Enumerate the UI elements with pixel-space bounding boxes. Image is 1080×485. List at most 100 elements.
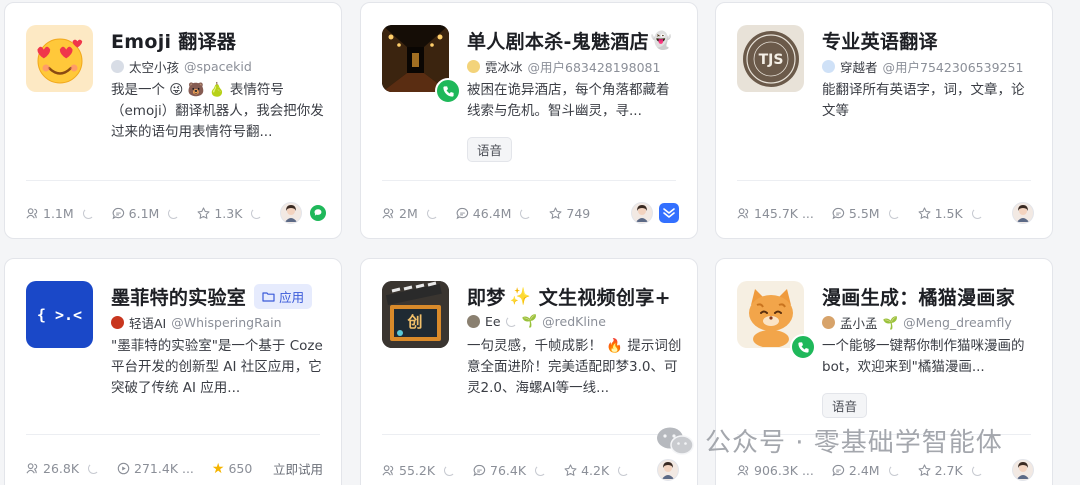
- card-divider: [26, 434, 320, 435]
- bot-card-english-translator[interactable]: TJS 专业英语翻译 穿越者 @用户7542306539251 能翻译所有英语字…: [715, 2, 1053, 239]
- loading-spinner-icon: [426, 207, 438, 219]
- stars-stat[interactable]: 4.2K: [564, 463, 630, 478]
- users-icon: [26, 463, 38, 474]
- bot-title-suffix[interactable]: 文生视频创享+: [539, 283, 671, 310]
- creator-avatar[interactable]: [280, 202, 303, 224]
- sparkles-icon: ✨: [509, 286, 531, 307]
- creator-avatar[interactable]: [657, 459, 679, 481]
- bot-card-ghost-hotel[interactable]: 单人剧本杀-鬼魅酒店 👻 霓冰冰 @用户683428198081 被困在诡异酒店…: [360, 2, 698, 239]
- card-stats: 55.2K 76.4K 4.2K: [382, 459, 679, 481]
- author-avatar: [822, 316, 835, 329]
- creator-avatar[interactable]: [631, 202, 653, 224]
- users-stat: 145.7K ...: [737, 206, 814, 221]
- star-icon: [564, 463, 577, 476]
- author-handle: @Meng_dreamfly: [903, 315, 1012, 330]
- bot-card-jimeng-video[interactable]: 创 即梦 ✨ 文生视频创享+ Ee 🌱 @redKline 一句灵感，千帧成影！…: [360, 258, 698, 485]
- chat-bubble-icon: [832, 207, 845, 219]
- bot-title[interactable]: 漫画生成：橘猫漫画家: [822, 283, 1015, 310]
- try-now-link[interactable]: 立即试用: [273, 459, 323, 478]
- author-handle: @spacekid: [184, 59, 252, 74]
- star-icon: [549, 206, 562, 219]
- users-icon: [737, 464, 749, 475]
- loading-spinner-icon: [251, 207, 263, 219]
- card-stats: 1.1M 6.1M 1.3K: [26, 202, 329, 224]
- chats-stat: 2.4M: [832, 463, 900, 478]
- author-row[interactable]: 孟小孟 🌱 @Meng_dreamfly: [822, 313, 1044, 332]
- sprout-icon: 🌱: [882, 314, 899, 330]
- bot-title[interactable]: Emoji 翻译器: [111, 27, 236, 54]
- play-circle-icon: [117, 462, 130, 475]
- chats-stat: 5.5M: [832, 206, 900, 221]
- author-avatar: [822, 60, 835, 73]
- stars-stat[interactable]: 1.5K: [918, 206, 983, 221]
- author-row[interactable]: 霓冰冰 @用户683428198081: [467, 57, 689, 76]
- wechat-icon[interactable]: [308, 203, 329, 223]
- svg-text:创: 创: [406, 313, 422, 331]
- author-handle: @用户683428198081: [527, 60, 661, 75]
- author-name: 太空小孩: [129, 60, 180, 75]
- folder-icon: [262, 292, 275, 302]
- loading-spinner-icon: [168, 207, 180, 219]
- card-stats: 26.8K 271.4K ... ★ 650 立即试用: [26, 459, 323, 478]
- loading-spinner-icon: [444, 464, 456, 476]
- feishu-icon[interactable]: [659, 203, 679, 223]
- author-name: 霓冰冰: [485, 60, 523, 75]
- card-stats: 145.7K ... 5.5M 1.5K: [737, 202, 1034, 224]
- loading-spinner-icon: [88, 463, 100, 474]
- bot-description: "墨菲特的实验室"是一个基于 Coze 平台开发的创新型 AI 社区应用，它突破…: [111, 338, 323, 396]
- bot-title[interactable]: 墨菲特的实验室: [111, 283, 246, 310]
- chats-stat: 46.4M: [456, 206, 532, 221]
- author-row[interactable]: 穿越者 @用户7542306539251: [822, 57, 1044, 76]
- app-badge: 应用: [254, 284, 313, 309]
- bot-card-grid: Emoji 翻译器 太空小孩 @spacekid 我是一个 😜 🐻 🍐 表情符号…: [0, 0, 1080, 485]
- card-stats: 906.3K ... 2.4M 2.7K: [737, 459, 1034, 481]
- author-handle: @WhisperingRain: [171, 315, 282, 330]
- author-row[interactable]: Ee 🌱 @redKline: [467, 313, 689, 329]
- author-row[interactable]: 太空小孩 @spacekid: [111, 57, 333, 76]
- svg-text:TJS: TJS: [758, 52, 783, 68]
- cloud-avatar-icon: [111, 60, 124, 73]
- chat-bubble-icon: [832, 464, 845, 476]
- author-name: 穿越者: [840, 60, 878, 75]
- bot-title[interactable]: 单人剧本杀-鬼魅酒店: [467, 27, 649, 54]
- voice-tag: 语音: [467, 137, 513, 162]
- chat-bubble-icon: [112, 207, 124, 219]
- loading-spinner-icon: [535, 464, 547, 476]
- users-icon: [382, 464, 394, 475]
- bot-title[interactable]: 即梦: [467, 283, 506, 310]
- bot-card-morphite-lab[interactable]: { >.< 墨菲特的实验室 应用 轻语AI @WhisperingRain "墨…: [4, 258, 342, 485]
- loading-spinner-icon: [505, 315, 517, 327]
- author-avatar: [111, 316, 124, 329]
- voice-tag: 语音: [822, 393, 868, 418]
- stars-stat[interactable]: ★ 650: [212, 461, 252, 477]
- wechat-watermark: 公众号 · 零基础学智能体: [655, 422, 1003, 459]
- sprout-icon: 🌱: [521, 313, 538, 328]
- chat-bubble-icon: [473, 464, 486, 476]
- star-icon: [197, 206, 210, 219]
- author-avatar: [467, 60, 480, 73]
- stars-stat[interactable]: 2.7K: [918, 463, 983, 478]
- users-icon: [737, 207, 749, 218]
- voice-call-badge-icon: [790, 334, 816, 360]
- users-icon: [382, 207, 394, 218]
- users-stat: 26.8K: [26, 461, 100, 476]
- loading-spinner-icon: [888, 207, 900, 219]
- card-divider: [382, 434, 676, 435]
- author-handle: @redKline: [542, 313, 606, 329]
- bot-title[interactable]: 专业英语翻译: [822, 27, 938, 54]
- code-face-icon: { >.<: [26, 281, 93, 348]
- users-stat: 2M: [382, 206, 438, 221]
- stars-stat[interactable]: 1.3K: [197, 206, 263, 221]
- card-stats: 2M 46.4M 749: [382, 202, 679, 224]
- card-divider: [737, 180, 1031, 181]
- author-handle: @用户7542306539251: [882, 60, 1024, 75]
- card-divider: [382, 180, 676, 181]
- creator-avatar[interactable]: [1012, 202, 1034, 224]
- runs-stat: 271.4K ...: [117, 461, 194, 476]
- stars-stat[interactable]: 749: [549, 206, 590, 221]
- wechat-logo-icon: [657, 427, 694, 455]
- loading-spinner-icon: [971, 207, 983, 219]
- bot-card-emoji-translator[interactable]: Emoji 翻译器 太空小孩 @spacekid 我是一个 😜 🐻 🍐 表情符号…: [4, 2, 342, 239]
- author-row[interactable]: 轻语AI @WhisperingRain: [111, 313, 333, 332]
- creator-avatar[interactable]: [1012, 459, 1034, 481]
